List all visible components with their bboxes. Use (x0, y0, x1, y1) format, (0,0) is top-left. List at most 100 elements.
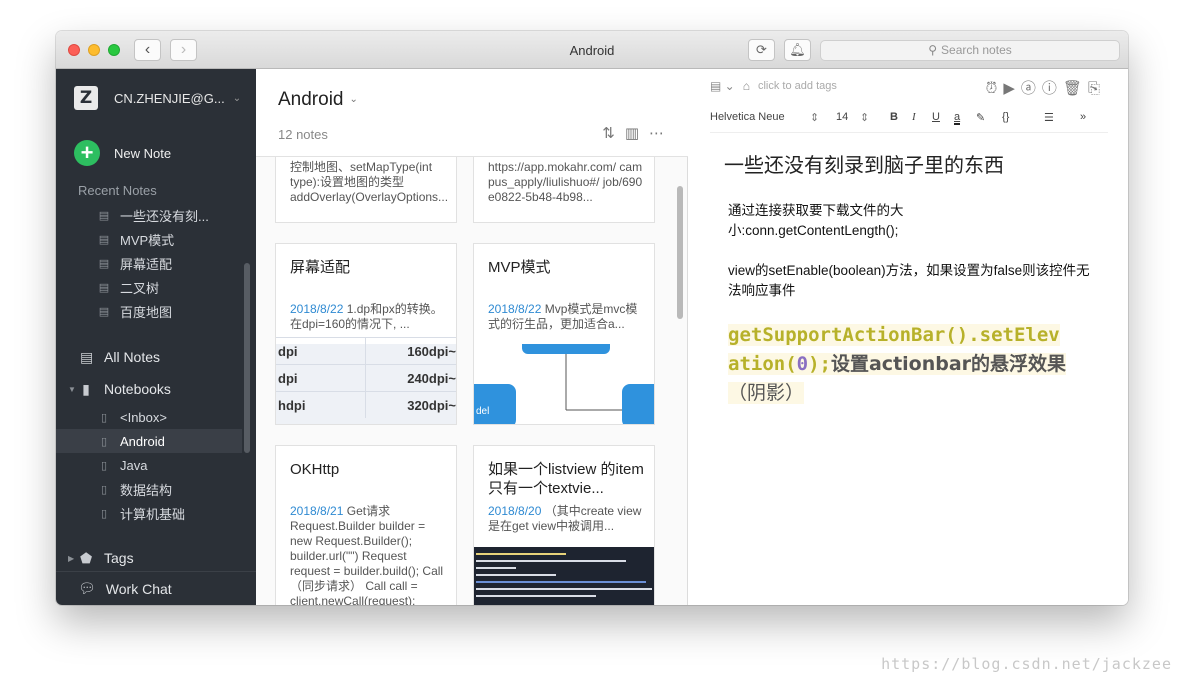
thumb-cell: dpi (276, 365, 366, 391)
updown-icon: ⇕ (860, 112, 870, 124)
more-format-icon[interactable]: » (1080, 111, 1086, 123)
note-card-date: 2018/8/22 (488, 302, 542, 316)
thumb-row: dpi 160dpi~ (276, 337, 456, 364)
notebook-item[interactable]: ▯ <Inbox> (56, 405, 242, 429)
highlight-icon[interactable]: ✎ (976, 111, 985, 124)
underline-button[interactable]: U (932, 111, 940, 123)
search-input[interactable]: ⚲ Search notes (820, 40, 1120, 61)
code-block-icon[interactable]: {} (1002, 111, 1009, 123)
sidebar-item-notebooks[interactable]: ▼ ▮ Notebooks (56, 377, 242, 401)
new-note-button[interactable]: + New Note (74, 140, 171, 166)
tag-bar: ▤ ⌄ ⌂ click to add tags (710, 79, 837, 93)
chevron-down-icon: ⌄ (232, 92, 242, 104)
tags-input[interactable]: click to add tags (758, 80, 837, 92)
plus-icon: + (74, 140, 100, 166)
note-thumbnail-code (474, 547, 654, 605)
notebook-selector-icon[interactable]: ▤ ⌄ (710, 79, 735, 93)
notebook-icon: ▯ (100, 459, 108, 472)
notebook-item-active[interactable]: ▯ Android (56, 429, 242, 453)
disclosure-triangle-icon[interactable]: ▶ (68, 554, 74, 563)
sidebar-item-tags[interactable]: ▶ ⬟ Tags (56, 546, 242, 570)
info-icon[interactable]: ⓘ (1042, 80, 1063, 97)
list-icon[interactable]: ☰ (1044, 111, 1054, 124)
note-title[interactable]: 一些还没有刻录到脑子里的东西 (724, 149, 1004, 178)
watermark: https://blog.csdn.net/jackzee (881, 655, 1172, 673)
recent-note-item[interactable]: ▤ 屏幕适配 (56, 251, 242, 275)
notebook-icon: ▯ (100, 483, 108, 496)
note-thumbnail-table: dpi 160dpi~ dpi 240dpi~ hdpi 320dpi~ (276, 337, 456, 424)
note-editor: ▤ ⌄ ⌂ click to add tags ⏰︎▶ⓐⓘ🗑︎⎘ Helveti… (688, 69, 1128, 605)
tag-icon: ⬟ (80, 549, 93, 566)
text-color-button[interactable]: a (954, 111, 961, 125)
reminder-icon[interactable]: ⏰︎ (986, 80, 1004, 97)
note-card[interactable]: 如果一个listview 的item只有一个textvie... 2018/8/… (473, 445, 655, 605)
all-notes-label: All Notes (104, 349, 161, 365)
note-paragraph[interactable]: view的setEnable(boolean)方法，如果设置为false则该控件… (728, 261, 1096, 301)
notebook-icon: ▯ (100, 411, 108, 424)
recent-note-item[interactable]: ▤ 百度地图 (56, 299, 242, 323)
share-icon[interactable]: ⎘ (1088, 80, 1106, 97)
note-card-title: OKHttp (290, 461, 340, 478)
code-text: getSupportActionBar().setElev (728, 324, 1060, 346)
thumb-cell: 320dpi~ (407, 398, 456, 413)
mention-icon[interactable]: ⓐ (1021, 80, 1042, 97)
sort-icon[interactable]: ⇅ (602, 125, 625, 142)
notebook-label: 计算机基础 (120, 506, 186, 522)
note-icon: ▤ (98, 209, 110, 222)
note-thumbnail-diagram: del (474, 338, 654, 424)
note-list-panel: Android ⌄ 12 notes ⇅▥⋯ 控制地图、setMapType(in… (256, 69, 688, 605)
font-family-select[interactable]: Helvetica Neue (710, 111, 785, 123)
title-bar: ‹ › Android ⟳ 🔔︎ ⚲ Search notes (56, 31, 1128, 69)
thumb-cell: 160dpi~ (407, 344, 456, 359)
note-card-snippet: Get请求 Request.Builder builder = new Requ… (290, 504, 444, 605)
code-snippet[interactable]: getSupportActionBar().setElev ation(0);设… (728, 321, 1098, 408)
recent-note-item[interactable]: ▤ 二叉树 (56, 275, 242, 299)
view-options-icon[interactable]: ▥ (625, 125, 649, 142)
account-switcher[interactable]: Z CN.ZHENJIE@G... ⌄ (74, 86, 241, 110)
italic-button[interactable]: I (912, 111, 916, 123)
code-number: 0 (796, 353, 809, 375)
sidebar-item-all-notes[interactable]: ▤ All Notes (56, 345, 242, 369)
work-chat-button[interactable]: 💬︎ Work Chat (56, 571, 256, 605)
recent-note-label: 百度地图 (120, 304, 173, 320)
trash-icon[interactable]: 🗑︎ (1063, 80, 1088, 97)
disclosure-triangle-icon[interactable]: ▼ (68, 385, 76, 394)
note-card-snippet: 控制地图、setMapType(int type):设置地图的类型 addOve… (290, 160, 449, 204)
diagram-image: del (474, 338, 654, 424)
note-list-scrollbar[interactable] (677, 186, 683, 319)
note-card[interactable]: 控制地图、setMapType(int type):设置地图的类型 addOve… (275, 157, 457, 223)
present-icon[interactable]: ▶ (1003, 80, 1021, 97)
note-count: 12 notes (278, 127, 328, 142)
notebook-item[interactable]: ▯ 数据结构 (56, 477, 242, 501)
note-card[interactable]: 屏幕适配 2018/8/22 1.dp和px的转换。在dpi=160的情况下, … (275, 243, 457, 425)
recent-note-item[interactable]: ▤ 一些还没有刻... (56, 203, 242, 227)
tags-label: Tags (104, 550, 134, 566)
note-card-date: 2018/8/20 (488, 504, 542, 518)
notifications-button[interactable]: 🔔︎ (784, 39, 811, 61)
account-name: CN.ZHENJIE@G... (114, 90, 225, 106)
note-card[interactable]: https://app.mokahr.com/ campus_apply/liu… (473, 157, 655, 223)
code-comment: 设置actionbar的悬浮效果 (830, 353, 1067, 375)
new-note-label: New Note (114, 145, 172, 161)
note-card[interactable]: OKHttp 2018/8/21 Get请求 Request.Builder b… (275, 445, 457, 605)
recent-note-label: 二叉树 (120, 280, 160, 296)
sidebar-scrollbar[interactable] (244, 263, 250, 453)
thumb-row: hdpi 320dpi~ (276, 391, 456, 418)
sync-button[interactable]: ⟳ (748, 39, 775, 61)
note-actions: ⏰︎▶ⓐⓘ🗑︎⎘ (986, 77, 1106, 98)
thumb-row: dpi 240dpi~ (276, 364, 456, 391)
note-card-date: 2018/8/22 (290, 302, 344, 316)
search-icon: ⚲ (928, 43, 938, 57)
notebook-item[interactable]: ▯ 计算机基础 (56, 501, 242, 525)
note-card-title: MVP模式 (488, 259, 551, 276)
note-card[interactable]: MVP模式 2018/8/22 Mvp模式是mvc模式的衍生品，更加适合a...… (473, 243, 655, 425)
more-icon[interactable]: ⋯ (649, 125, 674, 142)
notebook-title[interactable]: Android ⌄ (278, 89, 358, 111)
note-paragraph[interactable]: 通过连接获取要下载文件的大小:conn.getContentLength(); (728, 201, 928, 241)
notebook-item[interactable]: ▯ Java (56, 453, 242, 477)
chat-icon: 💬︎ (78, 580, 96, 596)
recent-note-item[interactable]: ▤ MVP模式 (56, 227, 242, 251)
font-size-select[interactable]: 14 (836, 111, 848, 123)
notebook-label: <Inbox> (120, 409, 167, 425)
bold-button[interactable]: B (890, 111, 898, 123)
